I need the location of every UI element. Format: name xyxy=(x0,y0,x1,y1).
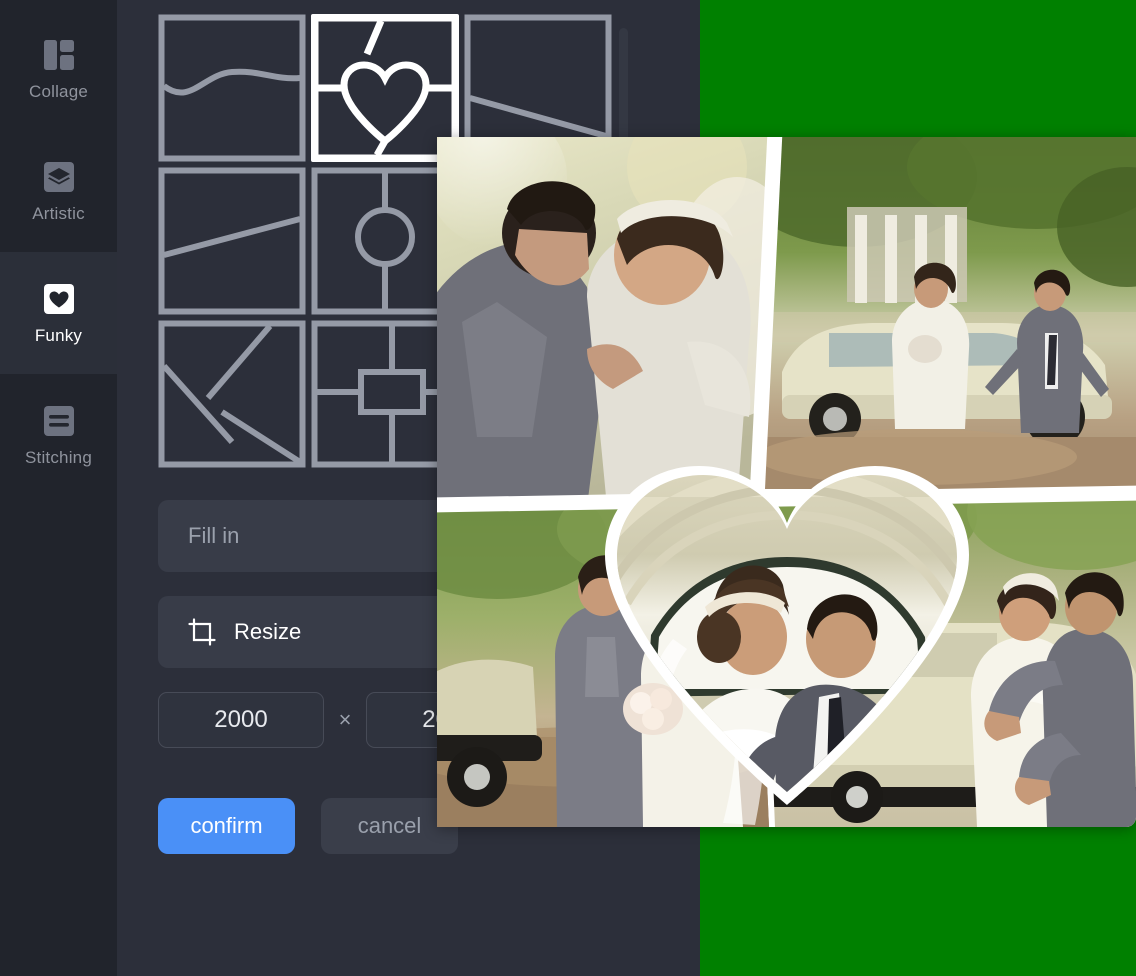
sidebar-item-label: Collage xyxy=(28,81,89,101)
template-diagonal[interactable] xyxy=(158,167,306,315)
app-root: Collage Artistic Funky Stitching Fill in… xyxy=(0,0,1136,976)
couple-by-white-car-top-right xyxy=(762,137,1136,489)
sidebar-item-funky[interactable]: Funky xyxy=(0,252,117,374)
sidebar-item-collage[interactable]: Collage xyxy=(0,8,117,130)
width-input[interactable]: 2000 xyxy=(158,692,324,748)
couple-embracing-top-left xyxy=(437,137,772,502)
resize-label: Resize xyxy=(234,619,302,644)
fill-in-placeholder: Fill in xyxy=(188,523,240,548)
heart-icon xyxy=(41,281,77,317)
sidebar-item-label: Funky xyxy=(34,325,83,345)
collage-canvas xyxy=(437,137,1136,827)
wedding-heart-collage[interactable] xyxy=(437,137,1136,827)
sidebar-item-label: Stitching xyxy=(24,447,92,467)
template-wave[interactable] xyxy=(158,14,306,162)
sidebar: Collage Artistic Funky Stitching xyxy=(0,0,117,976)
multiply-symbol: × xyxy=(338,707,352,732)
stitching-icon xyxy=(41,403,77,439)
layers-icon xyxy=(41,159,77,195)
sidebar-item-artistic[interactable]: Artistic xyxy=(0,130,117,252)
template-zigzag[interactable] xyxy=(158,320,306,468)
sidebar-item-label: Artistic xyxy=(32,203,85,223)
confirm-button[interactable]: confirm xyxy=(158,798,295,854)
crop-icon xyxy=(188,618,216,646)
collage-icon xyxy=(41,37,77,73)
sidebar-item-stitching[interactable]: Stitching xyxy=(0,374,117,496)
